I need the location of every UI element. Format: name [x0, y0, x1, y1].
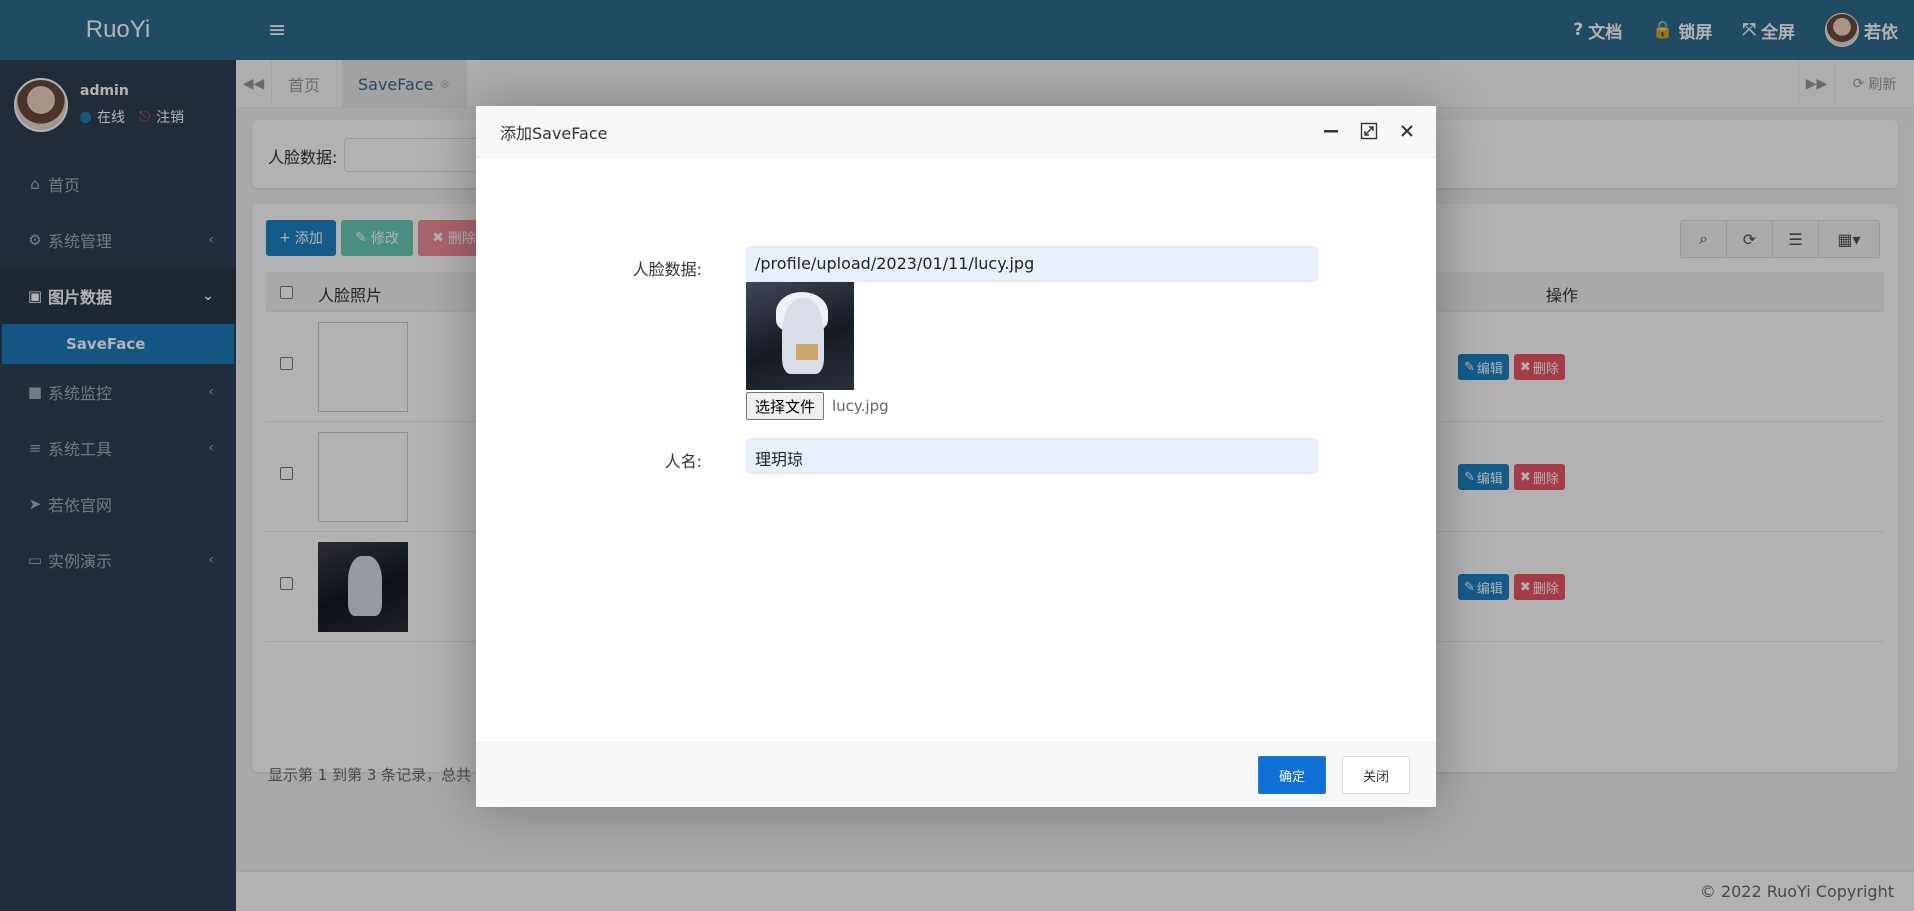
preview-art	[796, 344, 818, 360]
dialog-controls	[1322, 120, 1416, 142]
face-data-input[interactable]: /profile/upload/2023/01/11/lucy.jpg	[746, 246, 1318, 282]
minimize-icon[interactable]	[1322, 120, 1340, 142]
close-icon[interactable]	[1398, 120, 1416, 142]
selected-file-name: lucy.jpg	[832, 397, 889, 415]
choose-file-button[interactable]: 选择文件	[746, 392, 825, 420]
face-image-preview	[746, 282, 854, 390]
maximize-icon[interactable]	[1360, 120, 1378, 142]
person-name-label: 人名:	[664, 452, 702, 471]
confirm-button[interactable]: 确定	[1258, 756, 1326, 794]
preview-art	[782, 298, 824, 374]
dialog-footer: 确定 关闭	[476, 742, 1436, 807]
person-name-input[interactable]: 理玥琼	[746, 438, 1318, 474]
dialog-body: 人脸数据: /profile/upload/2023/01/11/lucy.jp…	[476, 158, 1436, 742]
close-button[interactable]: 关闭	[1342, 756, 1410, 794]
face-data-label: 人脸数据:	[632, 260, 702, 279]
dialog-header: 添加SaveFace	[476, 106, 1436, 158]
dialog-title: 添加SaveFace	[500, 124, 608, 143]
add-saveface-dialog: 添加SaveFace 人脸数据: /profile/upload/2023/01…	[476, 106, 1436, 807]
